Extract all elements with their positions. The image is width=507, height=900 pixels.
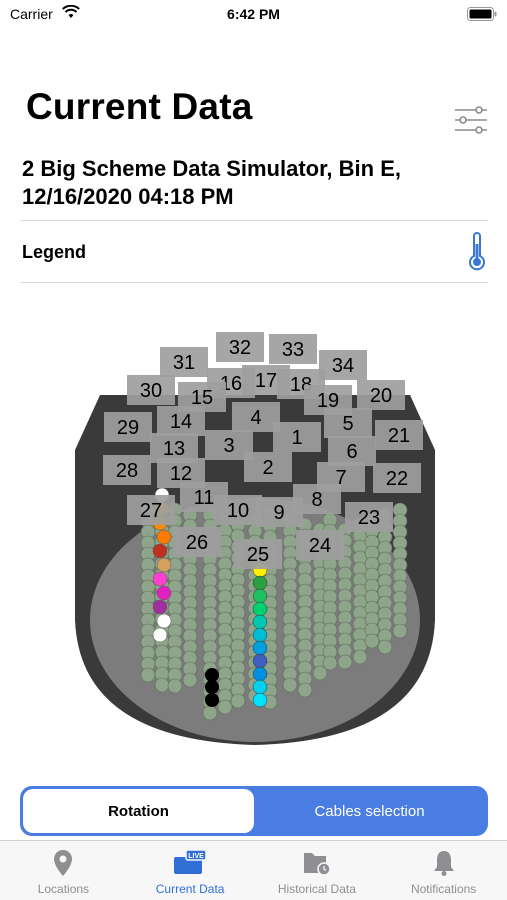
cable-label-34: 34 bbox=[332, 355, 354, 377]
tab-historical-data[interactable]: Historical Data bbox=[254, 841, 381, 900]
sensor-bead bbox=[364, 633, 380, 649]
sensor-bead bbox=[217, 699, 233, 715]
sensor-bead-black bbox=[205, 668, 219, 682]
thermometer-icon[interactable] bbox=[466, 232, 488, 272]
sensor-bead bbox=[377, 639, 393, 655]
sensor-bead bbox=[282, 677, 298, 693]
location-pin-icon bbox=[54, 850, 73, 876]
cable-label-9: 9 bbox=[273, 502, 284, 524]
cables-selection-segment[interactable]: Cables selection bbox=[254, 789, 485, 833]
cable-label-33: 33 bbox=[282, 339, 304, 361]
tab-label: Notifications bbox=[410, 882, 477, 896]
sensor-bead-cool bbox=[252, 601, 268, 617]
cable-label-12: 12 bbox=[170, 463, 192, 485]
sensor-bead-warm bbox=[156, 557, 172, 573]
cable-label-5: 5 bbox=[342, 413, 353, 435]
page-title: Current Data bbox=[26, 86, 253, 127]
cable-label-17: 17 bbox=[255, 370, 277, 392]
rotation-segment[interactable]: Rotation bbox=[23, 789, 254, 833]
cable-label-23: 23 bbox=[358, 507, 380, 529]
sensor-bead bbox=[140, 667, 156, 683]
cable-label-27: 27 bbox=[140, 500, 162, 522]
filter-button[interactable] bbox=[452, 104, 490, 136]
bell-icon bbox=[433, 851, 454, 876]
live-tv-icon: LIVE bbox=[174, 849, 207, 874]
cable-label-31: 31 bbox=[173, 352, 195, 374]
tab-current-data[interactable]: LIVE Current Data bbox=[127, 841, 254, 900]
sensor-bead bbox=[154, 677, 170, 693]
cable-label-13: 13 bbox=[163, 438, 185, 460]
sensor-bead-warm bbox=[152, 599, 168, 615]
cable-label-15: 15 bbox=[191, 387, 213, 409]
sensor-bead bbox=[392, 623, 408, 639]
sensor-bead-warm bbox=[156, 613, 172, 629]
cable-label-8: 8 bbox=[311, 489, 322, 511]
tab-label: Locations bbox=[37, 882, 90, 896]
tab-label: Current Data bbox=[155, 882, 225, 896]
sensor-bead-black bbox=[205, 693, 219, 707]
cable-label-14: 14 bbox=[170, 411, 192, 433]
sensor-bead-cool bbox=[252, 679, 268, 695]
sensor-bead-cool bbox=[252, 640, 268, 656]
sensor-bead-cool bbox=[252, 666, 268, 682]
cable-label-32: 32 bbox=[229, 337, 251, 359]
cable-label-21: 21 bbox=[388, 425, 410, 447]
cable-label-6: 6 bbox=[346, 441, 357, 463]
cable-label-24: 24 bbox=[309, 535, 331, 557]
cable-label-29: 29 bbox=[117, 417, 139, 439]
sensor-bead bbox=[202, 705, 218, 721]
sensor-bead-cool bbox=[252, 575, 268, 591]
folder-clock-icon bbox=[303, 853, 331, 876]
cable-label-25: 25 bbox=[247, 544, 269, 566]
cable-label-20: 20 bbox=[370, 385, 392, 407]
sensor-bead bbox=[337, 654, 353, 670]
sensor-bead-cool bbox=[252, 692, 268, 708]
tab-bar: Locations LIVE Current Data Historical D… bbox=[0, 840, 507, 900]
sensor-bead-cool bbox=[252, 653, 268, 669]
cable-label-28: 28 bbox=[116, 460, 138, 482]
tab-locations[interactable]: Locations bbox=[0, 841, 127, 900]
cable-label-4: 4 bbox=[250, 407, 261, 429]
cable-label-30: 30 bbox=[140, 380, 162, 402]
svg-text:LIVE: LIVE bbox=[188, 853, 204, 860]
sensor-bead bbox=[352, 649, 368, 665]
sensor-bead-cool bbox=[252, 627, 268, 643]
sensor-bead bbox=[167, 678, 183, 694]
sensor-bead bbox=[182, 672, 198, 688]
cable-label-2: 2 bbox=[262, 457, 273, 479]
sensor-bead-warm bbox=[156, 529, 172, 545]
bin-3d-view[interactable]: 3132 333430 16 17 18 2015 1929 14 4 521113 3 628 12 2… bbox=[60, 320, 450, 760]
tab-label: Historical Data bbox=[277, 882, 356, 896]
cable-label-1: 1 bbox=[291, 427, 302, 449]
battery-icon bbox=[467, 7, 497, 21]
sensor-bead-warm bbox=[152, 543, 168, 559]
cable-label-22: 22 bbox=[386, 468, 408, 490]
sensor-bead-warm bbox=[152, 571, 168, 587]
sensor-bead bbox=[322, 655, 338, 671]
clock: 6:42 PM bbox=[227, 6, 280, 22]
sliders-icon bbox=[455, 106, 487, 134]
sensor-bead-cool bbox=[252, 588, 268, 604]
divider bbox=[20, 282, 488, 283]
tab-notifications[interactable]: Notifications bbox=[380, 841, 507, 900]
cable-label-3: 3 bbox=[223, 435, 234, 457]
bin-subtitle: 2 Big Scheme Data Simulator, Bin E, 12/1… bbox=[22, 156, 401, 209]
sensor-bead-black bbox=[205, 680, 219, 694]
sensor-bead-warm bbox=[156, 585, 172, 601]
cable-label-11: 11 bbox=[194, 487, 215, 509]
sensor-bead bbox=[230, 693, 246, 709]
legend-label[interactable]: Legend bbox=[22, 242, 86, 263]
sensor-bead bbox=[297, 682, 313, 698]
cable-label-10: 10 bbox=[227, 500, 249, 522]
status-bar: Carrier 6:42 PM bbox=[0, 0, 507, 28]
sensor-bead-warm bbox=[152, 627, 168, 643]
sensor-bead-cool bbox=[252, 614, 268, 630]
view-mode-segmented-control[interactable]: Rotation Cables selection bbox=[20, 786, 488, 836]
divider bbox=[20, 220, 488, 221]
cable-label-26: 26 bbox=[186, 532, 208, 554]
